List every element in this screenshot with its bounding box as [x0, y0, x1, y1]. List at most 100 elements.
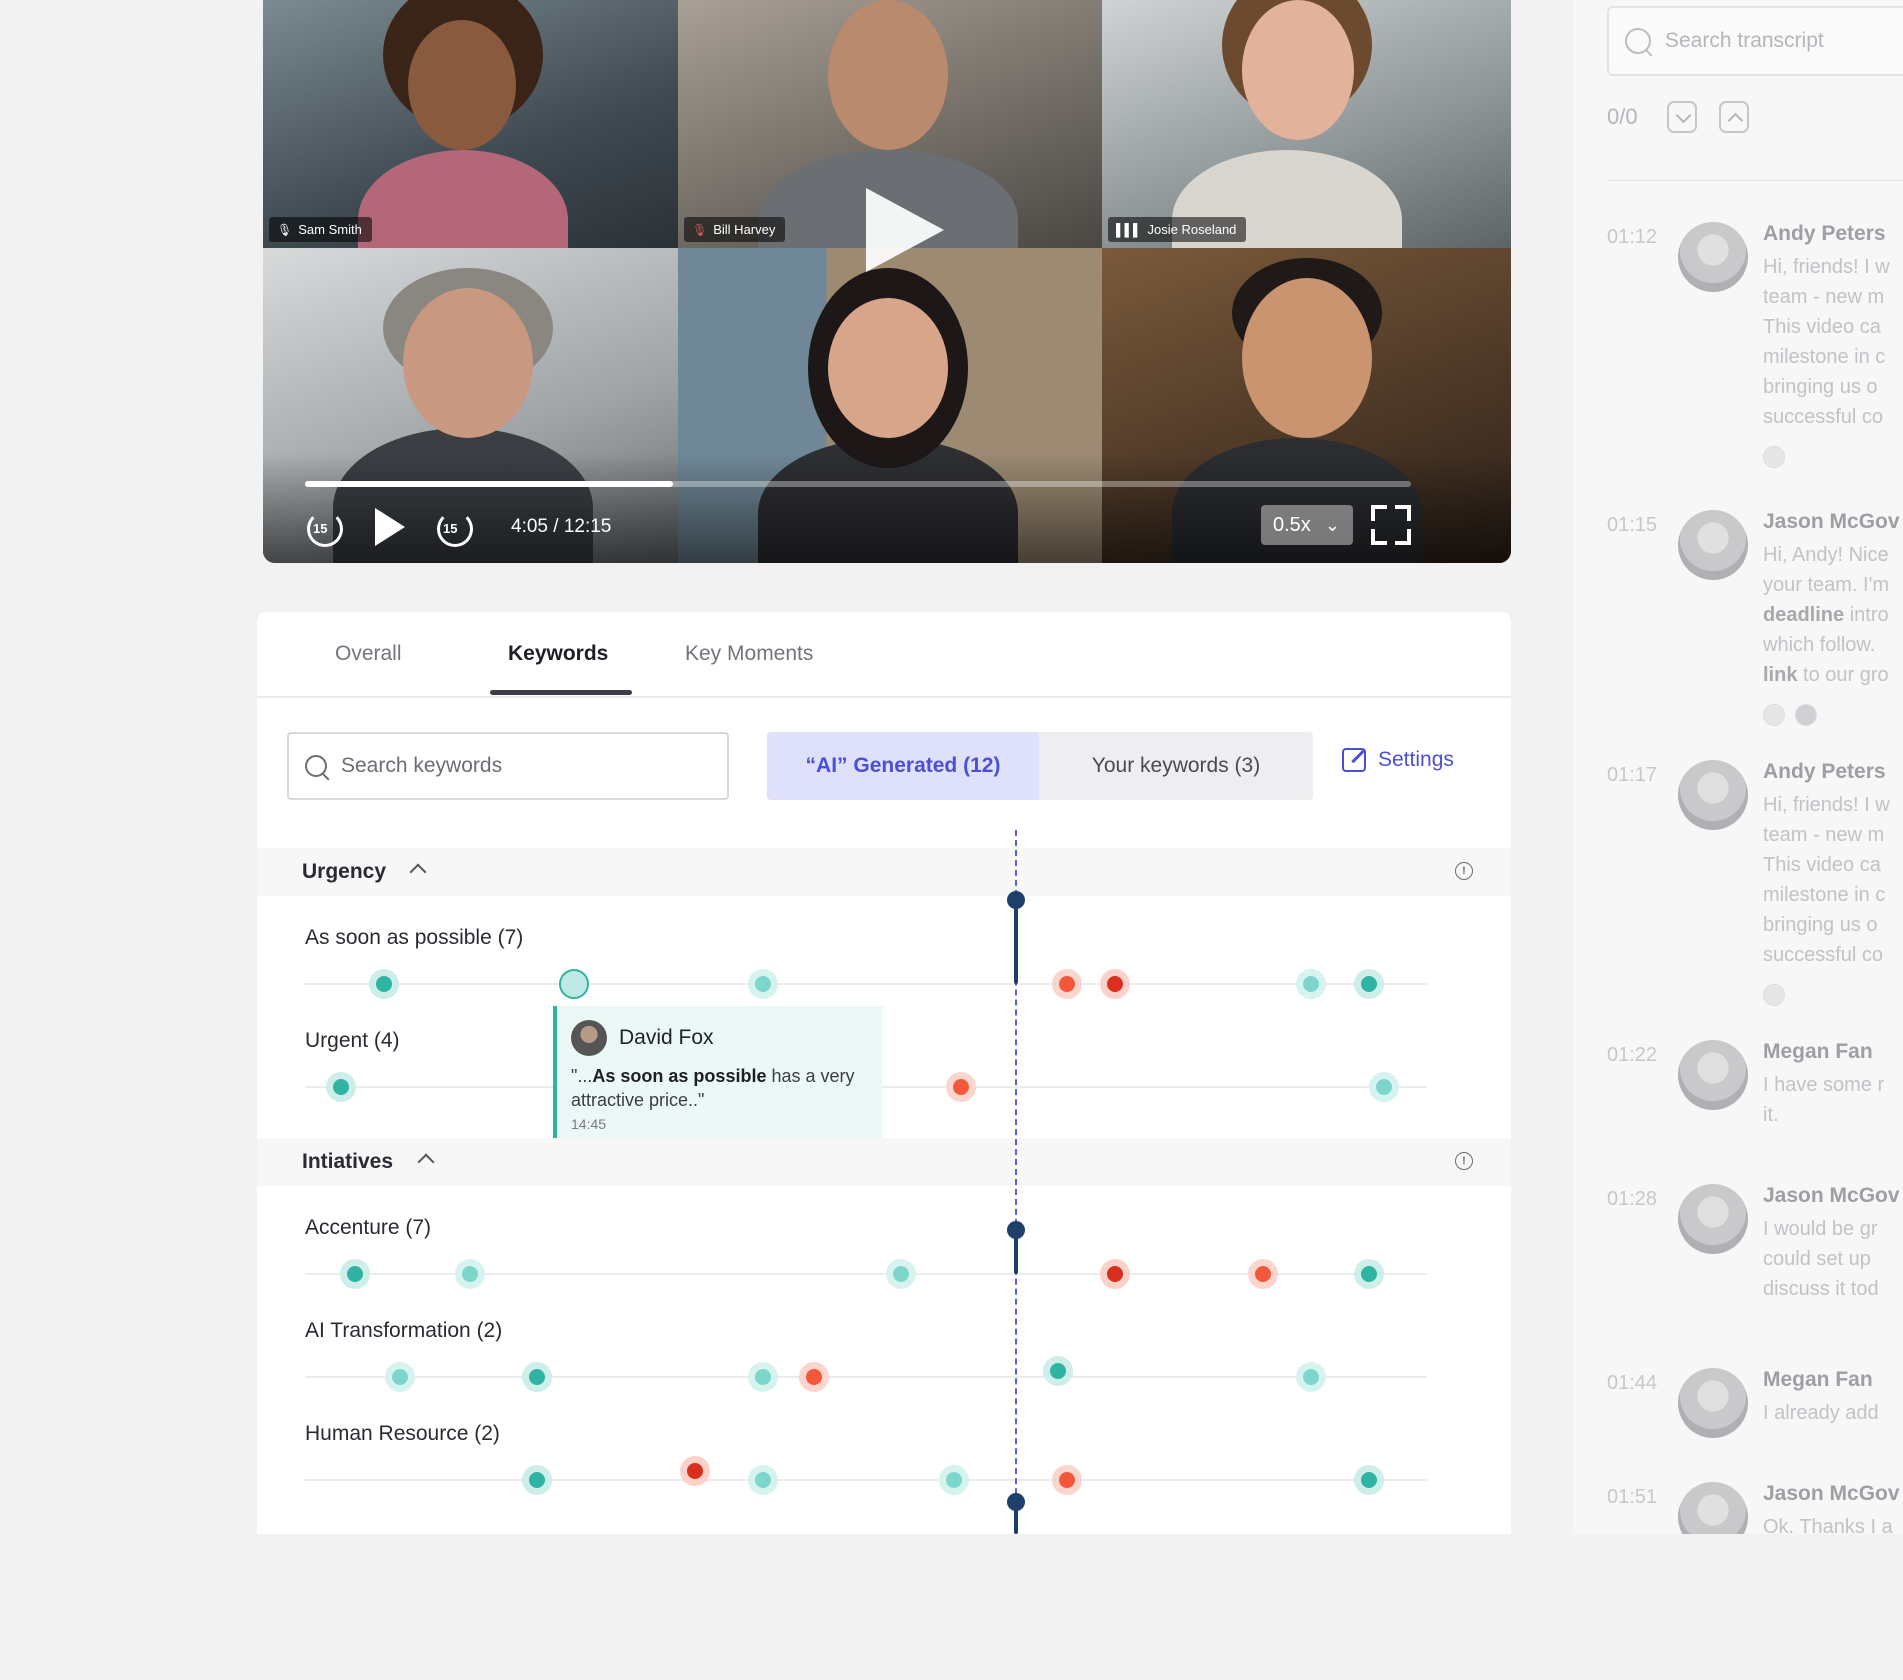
mention-quote: "...As soon as possible has a very attra…	[571, 1066, 855, 1110]
keyword-label: As soon as possible (7)	[305, 926, 524, 949]
keyword-mention-dot[interactable]	[748, 969, 778, 999]
keyword-mention-dot[interactable]	[369, 969, 399, 999]
keyword-mention-dot[interactable]	[1100, 1259, 1130, 1289]
fullscreen-icon[interactable]	[1371, 505, 1411, 545]
keyword-label: AI Transformation (2)	[305, 1319, 503, 1342]
keyword-label: Human Resource (2)	[305, 1422, 500, 1445]
avatar	[1678, 1184, 1748, 1254]
keyword-mention-dot[interactable]	[748, 1362, 778, 1392]
analytics-panel: Overall Keywords Key Moments Search keyw…	[257, 612, 1511, 1534]
search-icon	[305, 755, 327, 777]
participant-nametag: 🎙 Sam Smith	[269, 217, 372, 242]
prev-match-button[interactable]	[1719, 101, 1749, 133]
keyword-label: Accenture (7)	[305, 1216, 432, 1239]
progress-bar[interactable]	[305, 481, 1411, 487]
keyword-mention-dot[interactable]	[946, 1072, 976, 1102]
keyword-mention-dot[interactable]	[1296, 1362, 1326, 1392]
keyword-source-toggle: “AI” Generated (12) Your keywords (3)	[767, 732, 1313, 800]
forward-15-icon[interactable]: 15	[433, 505, 477, 549]
chevron-down-icon: ⌄	[1324, 515, 1340, 535]
keyword-mention-dot[interactable]	[939, 1465, 969, 1495]
keyword-mention-dot[interactable]	[326, 1072, 356, 1102]
info-icon[interactable]: !	[1455, 862, 1473, 880]
keyword-search-input[interactable]: Search keywords	[287, 732, 729, 800]
playhead-segment	[1014, 900, 1018, 984]
search-icon	[1625, 28, 1651, 54]
ai-generated-option[interactable]: “AI” Generated (12)	[767, 732, 1039, 800]
keyword-mention-dot[interactable]	[886, 1259, 916, 1289]
reaction-icon[interactable]	[1763, 446, 1785, 468]
participant-nametag: ▌▌▌ Josie Roseland	[1108, 217, 1247, 242]
divider	[1607, 180, 1903, 181]
audio-wave-icon: ▌▌▌	[1116, 222, 1142, 237]
play-overlay-icon[interactable]	[866, 188, 944, 272]
info-icon[interactable]: !	[1455, 1152, 1473, 1170]
keyword-mention-dot[interactable]	[1248, 1259, 1278, 1289]
playback-controls: 15 15 4:05 / 12:15	[303, 505, 611, 549]
reaction-icon[interactable]	[1763, 704, 1785, 726]
keyword-mention-dot[interactable]	[1052, 1465, 1082, 1495]
time-display: 4:05 / 12:15	[511, 516, 612, 537]
group-header[interactable]: Intiatives !	[257, 1138, 1511, 1186]
participant-tile: ▌▌▌ Josie Roseland	[1102, 0, 1511, 248]
keyword-mention-dot[interactable]	[522, 1362, 552, 1392]
keyword-mention-dot[interactable]	[680, 1456, 710, 1486]
transcript-search-input[interactable]: Search transcript	[1607, 6, 1903, 76]
keyword-track	[305, 983, 1427, 985]
tab-keywords[interactable]: Keywords	[508, 642, 608, 666]
rewind-15-icon[interactable]: 15	[303, 505, 347, 549]
keyword-mention-dot[interactable]	[522, 1465, 552, 1495]
avatar	[1678, 760, 1748, 830]
settings-button[interactable]: Settings	[1342, 748, 1454, 772]
keyword-mention-dot[interactable]	[1043, 1356, 1073, 1386]
avatar	[1678, 1368, 1748, 1438]
keyword-mention-dot-selected[interactable]	[559, 969, 589, 999]
keyword-mention-dot[interactable]	[1052, 969, 1082, 999]
active-tab-indicator	[490, 690, 632, 695]
keyword-mention-dot[interactable]	[1354, 1465, 1384, 1495]
your-keywords-option[interactable]: Your keywords (3)	[1039, 732, 1313, 800]
edit-icon	[1342, 748, 1366, 772]
tab-overall[interactable]: Overall	[335, 642, 402, 666]
keyword-track	[305, 1376, 1427, 1378]
chevron-up-icon[interactable]	[409, 863, 427, 881]
keyword-track	[305, 1479, 1427, 1481]
next-match-button[interactable]	[1667, 101, 1697, 133]
group-header[interactable]: Urgency !	[257, 848, 1511, 896]
mic-muted-icon: 🎙	[692, 222, 708, 237]
participant-tile: 🎙 Sam Smith	[263, 0, 678, 248]
keyword-mention-dot[interactable]	[1354, 1259, 1384, 1289]
match-count: 0/0	[1607, 104, 1638, 129]
transcript-sidebar: Search transcript 0/0 01:12 Andy Peters …	[1573, 0, 1903, 1534]
tab-key-moments[interactable]: Key Moments	[685, 642, 813, 666]
reaction-icon[interactable]	[1763, 984, 1785, 1006]
video-player[interactable]: 🎙 Sam Smith 🎙 Bill Harvey ▌▌▌ Josie Roselan…	[263, 0, 1511, 563]
tab-bar: Overall Keywords Key Moments	[257, 612, 1511, 698]
keyword-mention-dot[interactable]	[1100, 969, 1130, 999]
keyword-mention-dot[interactable]	[385, 1362, 415, 1392]
app-frame: 🎙 Sam Smith 🎙 Bill Harvey ▌▌▌ Josie Roselan…	[0, 0, 1903, 1680]
participant-nametag: 🎙 Bill Harvey	[684, 217, 786, 242]
playhead-handle[interactable]	[1007, 1493, 1025, 1511]
playhead-handle[interactable]	[1007, 1221, 1025, 1239]
keyword-mention-dot[interactable]	[340, 1259, 370, 1289]
mention-tooltip: David Fox "...As soon as possible has a …	[553, 1006, 883, 1138]
keyword-mention-dot[interactable]	[1369, 1072, 1399, 1102]
alert-icon[interactable]	[1795, 704, 1817, 726]
keyword-mention-dot[interactable]	[1354, 969, 1384, 999]
progress-fill	[305, 481, 674, 487]
playhead-handle[interactable]	[1007, 891, 1025, 909]
keyword-mention-dot[interactable]	[455, 1259, 485, 1289]
keyword-mention-dot[interactable]	[748, 1465, 778, 1495]
keyword-label: Urgent (4)	[305, 1029, 400, 1052]
avatar	[1678, 510, 1748, 580]
play-button[interactable]	[375, 508, 405, 546]
avatar	[571, 1020, 607, 1056]
avatar	[1678, 222, 1748, 292]
keyword-mention-dot[interactable]	[799, 1362, 829, 1392]
keyword-mention-dot[interactable]	[1296, 969, 1326, 999]
avatar	[1678, 1040, 1748, 1110]
speed-select[interactable]: 0.5x ⌄	[1261, 505, 1353, 545]
chevron-up-icon[interactable]	[417, 1153, 435, 1171]
avatar	[1678, 1482, 1748, 1534]
